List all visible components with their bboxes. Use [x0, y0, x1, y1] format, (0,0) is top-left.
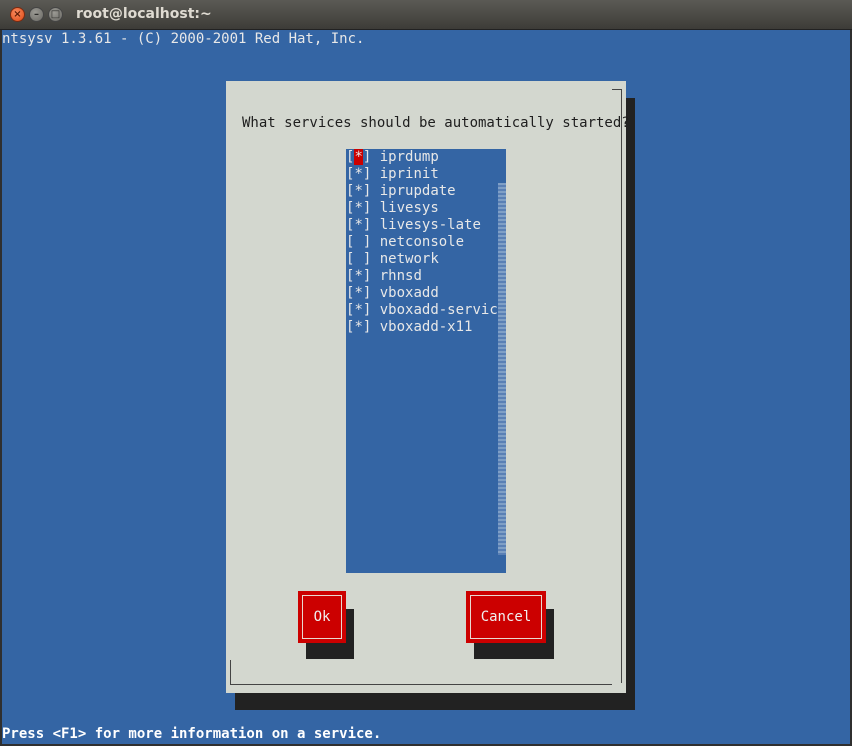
dialog-frame-corner	[230, 660, 241, 685]
service-checkbox[interactable]: [ ]	[346, 234, 371, 251]
service-checkbox[interactable]: [*]	[346, 319, 371, 336]
service-checkbox[interactable]: [*]	[346, 200, 371, 217]
checkbox-mark: *	[354, 217, 363, 233]
services-list[interactable]: [*] iprdump [*] iprinit [*] iprupdate [*] l…	[346, 149, 506, 573]
service-name: network	[379, 251, 439, 267]
checkbox-mark: *	[354, 302, 363, 318]
close-icon: ×	[13, 9, 22, 20]
checkbox-mark: *	[354, 166, 363, 182]
service-name: vboxadd	[379, 285, 439, 301]
service-item-netconsole[interactable]: [ ] netconsole	[346, 234, 464, 251]
service-item-livesys-late[interactable]: [*] livesys-late	[346, 217, 481, 234]
service-name: vboxadd-service	[379, 302, 507, 318]
service-item-iprupdate[interactable]: [*] iprupdate	[346, 183, 456, 200]
service-checkbox[interactable]: [*]	[346, 268, 371, 285]
service-name: livesys	[379, 200, 439, 216]
ok-button[interactable]: Ok	[298, 591, 346, 643]
checkbox-mark	[354, 251, 362, 267]
cancel-button-label: Cancel	[480, 609, 532, 625]
service-item-vboxadd-x11[interactable]: [*] vboxadd-x11	[346, 319, 472, 336]
service-checkbox[interactable]: [*]	[346, 302, 371, 319]
terminal-window: × – □ root@localhost:~ ntsysv 1.3.61 - (…	[0, 0, 852, 746]
help-hint: Press <F1> for more information on a ser…	[2, 726, 382, 742]
service-item-iprdump[interactable]: [*] iprdump	[346, 149, 439, 166]
dialog-frame-bottom	[240, 684, 612, 685]
service-name: iprupdate	[379, 183, 456, 199]
services-dialog: What services should be automatically st…	[226, 81, 630, 693]
checkbox-mark: *	[354, 183, 363, 199]
service-name: livesys-late	[379, 217, 481, 233]
minimize-icon: –	[34, 9, 39, 20]
cancel-button[interactable]: Cancel	[466, 591, 546, 643]
checkbox-mark	[354, 234, 362, 250]
checkbox-mark: *	[354, 319, 363, 335]
service-checkbox[interactable]: [ ]	[346, 251, 371, 268]
service-checkbox[interactable]: [*]	[346, 183, 371, 200]
service-name: netconsole	[379, 234, 465, 250]
minimize-window-button[interactable]: –	[29, 7, 44, 22]
ok-button-label: Ok	[313, 609, 331, 625]
maximize-icon: □	[50, 9, 61, 20]
checkbox-mark: *	[354, 200, 363, 216]
service-item-network[interactable]: [ ] network	[346, 251, 439, 268]
window-title: root@localhost:~	[76, 6, 212, 22]
close-window-button[interactable]: ×	[10, 7, 25, 22]
list-scrollbar[interactable]	[498, 183, 506, 555]
service-checkbox[interactable]: [*]	[346, 149, 371, 166]
service-name: iprinit	[379, 166, 439, 182]
terminal-area[interactable]: ntsysv 1.3.61 - (C) 2000-2001 Red Hat, I…	[2, 30, 850, 744]
checkbox-mark: *	[354, 149, 363, 165]
service-name: rhnsd	[379, 268, 422, 284]
service-item-rhnsd[interactable]: [*] rhnsd	[346, 268, 422, 285]
checkbox-mark: *	[354, 268, 363, 284]
service-checkbox[interactable]: [*]	[346, 285, 371, 302]
service-item-iprinit[interactable]: [*] iprinit	[346, 166, 439, 183]
checkbox-mark: *	[354, 285, 363, 301]
service-item-vboxadd-service[interactable]: [*] vboxadd-service	[346, 302, 506, 319]
service-name: iprdump	[379, 149, 439, 165]
service-checkbox[interactable]: [*]	[346, 217, 371, 234]
service-item-vboxadd[interactable]: [*] vboxadd	[346, 285, 439, 302]
program-header: ntsysv 1.3.61 - (C) 2000-2001 Red Hat, I…	[2, 31, 365, 47]
service-name: vboxadd-x11	[379, 319, 473, 335]
dialog-frame-right	[621, 98, 622, 683]
service-checkbox[interactable]: [*]	[346, 166, 371, 183]
title-bar[interactable]: × – □ root@localhost:~	[0, 0, 852, 30]
dialog-question: What services should be automatically st…	[242, 115, 630, 131]
maximize-window-button[interactable]: □	[48, 7, 63, 22]
service-item-livesys[interactable]: [*] livesys	[346, 200, 439, 217]
